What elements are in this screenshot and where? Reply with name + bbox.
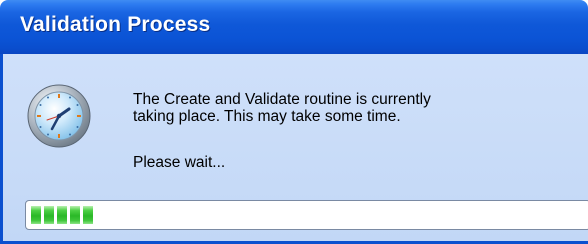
progress-block xyxy=(44,206,54,224)
clock-icon xyxy=(27,84,91,148)
window-title: Validation Process xyxy=(20,13,211,36)
status-message-line-1: The Create and Validate routine is curre… xyxy=(133,91,431,108)
progress-block xyxy=(70,206,80,224)
progress-block xyxy=(83,206,93,224)
status-message-line-2: taking place. This may take some time. xyxy=(133,108,401,125)
please-wait-text: Please wait... xyxy=(133,154,226,171)
title-bar[interactable]: Validation Process xyxy=(0,0,588,54)
progress-bar-fill xyxy=(31,206,93,224)
status-message: The Create and Validate routine is curre… xyxy=(133,91,563,125)
dialog-body: The Create and Validate routine is curre… xyxy=(0,54,588,244)
validation-dialog: Validation Process The Create and Valida… xyxy=(0,0,588,244)
progress-block xyxy=(31,206,41,224)
progress-bar xyxy=(25,200,588,230)
progress-block xyxy=(57,206,67,224)
